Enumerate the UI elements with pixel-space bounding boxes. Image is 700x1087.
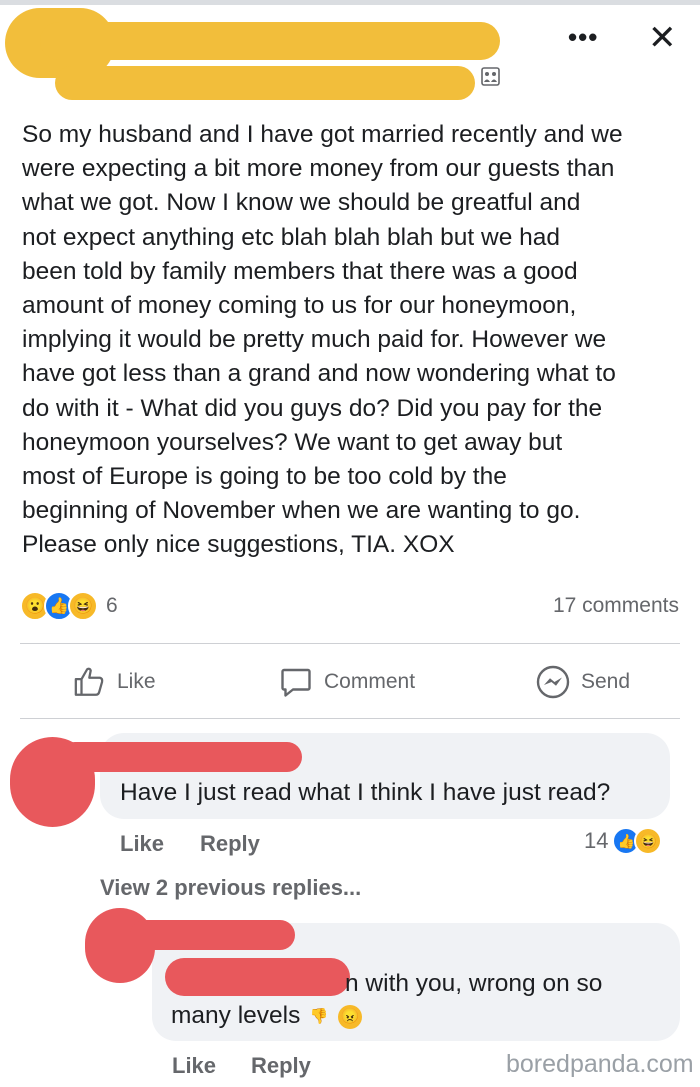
reaction-count: 6 [106, 594, 118, 617]
haha-icon: 😆 [68, 591, 98, 621]
post-line: honeymoon yourselves? We want to get awa… [22, 428, 563, 456]
post-line: been told by family members that there w… [22, 257, 578, 285]
top-border [0, 0, 700, 5]
comment-text: Have I just read what I think I have jus… [120, 779, 611, 806]
send-button[interactable]: Send [535, 662, 630, 702]
post-line: not expect anything etc blah blah blah b… [22, 223, 561, 251]
post-line: have got less than a grand and now wonde… [22, 360, 616, 388]
post-line: So my husband and I have got married rec… [22, 121, 623, 148]
reactions-summary[interactable]: 😮 👍 😆 6 [20, 591, 118, 621]
reply-text-line: n with you, wrong on so [345, 970, 603, 997]
reply-reply-link[interactable]: Reply [251, 1053, 311, 1079]
haha-icon: 😆 [634, 827, 663, 855]
more-options-button[interactable]: ••• [568, 22, 598, 53]
like-label: Like [117, 670, 156, 693]
post-line: do with it - What did you guys do? Did y… [22, 394, 603, 422]
messenger-icon [536, 665, 570, 699]
post-line: amount of money coming to us for our hon… [22, 292, 577, 320]
comment-reactions[interactable]: 14 👍 😆 [584, 827, 663, 855]
view-previous-replies[interactable]: View 2 previous replies... [100, 875, 361, 901]
divider [20, 718, 680, 719]
post-line: most of Europe is going to be too cold b… [22, 463, 507, 491]
post-line: implying it would be pretty much paid fo… [22, 326, 607, 354]
send-label: Send [581, 670, 631, 693]
post-line: what we got. Now I know we should be gre… [22, 189, 581, 217]
reply-text-line: many levels 👎 😠 [171, 1000, 362, 1032]
comment-reply-link[interactable]: Reply [200, 831, 260, 857]
watermark: boredpanda.com [506, 1050, 694, 1078]
thumbs-up-icon [74, 667, 104, 696]
post-line: Please only nice suggestions, TIA. XOX [22, 531, 455, 559]
close-button[interactable]: ✕ [648, 18, 677, 58]
post-line: were expecting a bit more money from our… [22, 155, 615, 183]
reply-like-link[interactable]: Like [172, 1053, 216, 1079]
post-body: So my husband and I have got married rec… [22, 118, 687, 563]
thumbs-down-icon: 👎 [309, 1007, 329, 1025]
comment-reaction-count: 14 [584, 828, 609, 853]
divider [20, 643, 680, 644]
comment-label: Comment [324, 670, 416, 693]
comments-count-link[interactable]: 17 comments [553, 594, 679, 618]
comment-button[interactable]: Comment [278, 662, 415, 702]
post-line: beginning of November when we are wantin… [22, 497, 581, 525]
comment-icon [281, 668, 311, 697]
comment-like-link[interactable]: Like [120, 831, 164, 857]
reply-text-line-2: many levels [171, 1002, 301, 1029]
like-button[interactable]: Like [73, 662, 156, 702]
angry-face-icon: 😠 [337, 1004, 362, 1029]
group-photo-icon [481, 67, 500, 86]
